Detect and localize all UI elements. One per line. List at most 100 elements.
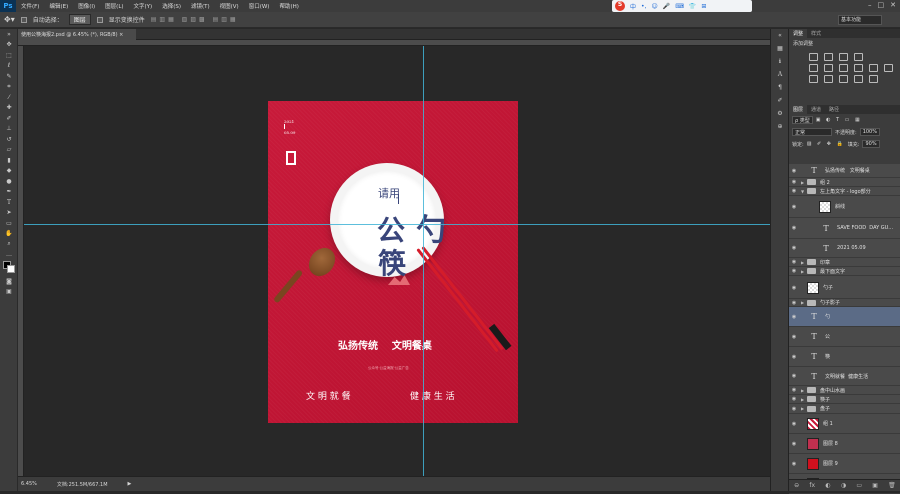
blur-tool-icon[interactable]: ◆ xyxy=(0,166,18,177)
visibility-eye-icon[interactable]: ◉ xyxy=(789,461,799,467)
visibility-eye-icon[interactable]: ◉ xyxy=(789,396,799,402)
layer-name[interactable]: 筷 xyxy=(825,353,830,360)
layer-row[interactable]: ◉ ▶ 筷子 xyxy=(789,395,900,404)
crop-tool-icon[interactable]: ⌗ xyxy=(0,82,18,93)
ime-toolbox-icon[interactable]: ⊞ xyxy=(701,3,706,10)
layer-row[interactable]: ◉ T 勺 xyxy=(789,307,900,327)
fill-input[interactable]: 90% xyxy=(862,140,880,148)
color-balance-icon[interactable] xyxy=(824,64,833,72)
menu-edit[interactable]: 编辑(E) xyxy=(44,2,73,10)
lasso-tool-icon[interactable]: ℓ xyxy=(0,61,18,72)
visibility-eye-icon[interactable]: ◉ xyxy=(789,441,799,447)
tab-adjustments[interactable]: 调整 xyxy=(789,29,808,38)
new-layer-icon[interactable]: ▣ xyxy=(872,482,878,489)
opacity-input[interactable]: 100% xyxy=(859,128,880,136)
collapse-icon[interactable]: » xyxy=(0,29,18,40)
layer-row[interactable]: ◉ ▶ 印章 xyxy=(789,258,900,267)
marquee-tool-icon[interactable]: ⬚ xyxy=(0,50,18,61)
visibility-eye-icon[interactable]: ◉ xyxy=(789,204,799,210)
visibility-eye-icon[interactable]: ◉ xyxy=(789,188,799,194)
ime-emoji-icon[interactable]: ☺ xyxy=(651,3,657,10)
layer-name[interactable]: 勺 xyxy=(825,313,830,320)
visibility-eye-icon[interactable]: ◉ xyxy=(789,179,799,185)
layer-name[interactable]: 组 2 xyxy=(820,179,830,186)
brush-tool-icon[interactable]: ✐ xyxy=(0,113,18,124)
menu-type[interactable]: 文字(Y) xyxy=(129,2,158,10)
brush-preset-icon[interactable]: ✐ xyxy=(771,94,789,107)
black-white-icon[interactable] xyxy=(839,64,848,72)
tab-channels[interactable]: 通道 xyxy=(807,105,825,114)
layer-name[interactable]: 最下面文字 xyxy=(820,268,845,275)
hue-saturation-icon[interactable] xyxy=(809,64,818,72)
stamp-tool-icon[interactable]: ⊥ xyxy=(0,124,18,135)
add-mask-icon[interactable]: ◐ xyxy=(825,482,830,489)
poster-artwork[interactable]: 2021 05.09 请用 公 勺 筷 弘扬传统 文明餐桌 公众号·公益海报·公… xyxy=(268,101,518,423)
visibility-eye-icon[interactable]: ◉ xyxy=(789,168,799,174)
layer-name[interactable]: SAVE FOOD DAY GU... xyxy=(837,225,893,231)
clone-source-icon[interactable]: ⊕ xyxy=(771,120,789,133)
layer-name[interactable]: 2021 05.09 xyxy=(837,245,866,251)
new-group-icon[interactable]: ▭ xyxy=(856,482,862,489)
tab-paths[interactable]: 路径 xyxy=(825,105,843,114)
character-icon[interactable]: A xyxy=(771,68,789,81)
history-brush-icon[interactable]: ↺ xyxy=(0,134,18,145)
menu-layer[interactable]: 图层(L) xyxy=(100,2,128,10)
auto-select-checkbox[interactable] xyxy=(20,16,27,23)
layer-row[interactable]: ◉ ▶ 组 2 xyxy=(789,178,900,187)
layer-name[interactable]: 筷子 xyxy=(820,396,830,403)
lock-icons[interactable]: ▨ ✐ ✥ 🔒 xyxy=(807,141,845,147)
visibility-eye-icon[interactable]: ◉ xyxy=(789,259,799,265)
pen-tool-icon[interactable]: ✒ xyxy=(0,187,18,198)
brightness-icon[interactable] xyxy=(809,53,818,61)
threshold-icon[interactable] xyxy=(839,75,848,83)
kind-filter-select[interactable]: ρ 类型 xyxy=(792,116,813,124)
visibility-eye-icon[interactable]: ◉ xyxy=(789,406,799,412)
ime-punctuation-icon[interactable]: •, xyxy=(641,3,646,10)
menu-image[interactable]: 图像(I) xyxy=(73,2,100,10)
link-layers-icon[interactable]: ⊖ xyxy=(794,482,799,489)
channel-mixer-icon[interactable] xyxy=(869,64,878,72)
layer-row[interactable]: ◉ ▼ 左上角文字 - logo部分 xyxy=(789,187,900,196)
layer-row[interactable]: ◉ T 公 xyxy=(789,327,900,347)
layer-row[interactable]: ◉ ▶ 最下面文字 xyxy=(789,267,900,276)
move-tool-icon[interactable]: ✥ xyxy=(0,40,18,51)
hand-tool-icon[interactable]: ✋ xyxy=(0,229,18,240)
layer-name[interactable]: 盘中山水画 xyxy=(820,387,845,394)
delete-layer-icon[interactable]: 🗑 xyxy=(888,482,896,489)
visibility-eye-icon[interactable]: ◉ xyxy=(789,334,799,340)
status-arrow-icon[interactable]: ▶ xyxy=(128,481,132,487)
shape-tool-icon[interactable]: ▭ xyxy=(0,218,18,229)
visibility-eye-icon[interactable]: ◉ xyxy=(789,387,799,393)
gradient-icon[interactable]: ▮ xyxy=(0,155,18,166)
maximize-icon[interactable]: □ xyxy=(878,1,885,9)
more-tools-icon[interactable]: … xyxy=(0,250,18,261)
layer-style-icon[interactable]: fx xyxy=(809,482,815,489)
layer-row[interactable]: ◉ 组 1 xyxy=(789,414,900,434)
adjustment-layer-icon[interactable]: ◑ xyxy=(841,482,846,489)
layer-name[interactable]: 斜线 xyxy=(835,203,845,210)
visibility-eye-icon[interactable]: ◉ xyxy=(789,225,799,231)
properties-icon[interactable]: ℹ xyxy=(771,55,789,68)
zoom-tool-icon[interactable]: ⌕ xyxy=(0,239,18,250)
posterize-icon[interactable] xyxy=(824,75,833,83)
visibility-eye-icon[interactable]: ◉ xyxy=(789,268,799,274)
tool-preset-icon[interactable]: ⚙ xyxy=(771,107,789,120)
visibility-eye-icon[interactable]: ◉ xyxy=(789,421,799,427)
ime-chinese-mode[interactable]: 中 xyxy=(630,2,636,11)
layer-name[interactable]: 文明就餐 健康生活 xyxy=(825,373,868,380)
ime-voice-icon[interactable]: 🎤 xyxy=(663,3,670,10)
eraser-icon[interactable]: ▱ xyxy=(0,145,18,156)
path-select-icon[interactable]: ➤ xyxy=(0,208,18,219)
selective-color-icon[interactable] xyxy=(869,75,878,83)
type-tool-icon[interactable]: T xyxy=(0,197,18,208)
quick-mask-icon[interactable]: ◙ xyxy=(0,276,18,287)
tab-layers[interactable]: 图层 xyxy=(789,105,808,114)
visibility-eye-icon[interactable]: ◉ xyxy=(789,300,799,306)
minimize-icon[interactable]: – xyxy=(868,1,872,9)
exposure-icon[interactable] xyxy=(854,53,863,61)
invert-icon[interactable] xyxy=(809,75,818,83)
paragraph-icon[interactable]: ¶ xyxy=(771,81,789,94)
layer-name[interactable]: 勺子 xyxy=(823,284,833,291)
layer-row[interactable]: ◉ ▶ 盘中山水画 xyxy=(789,386,900,395)
layer-row[interactable]: ◉ 图层 8 xyxy=(789,434,900,454)
